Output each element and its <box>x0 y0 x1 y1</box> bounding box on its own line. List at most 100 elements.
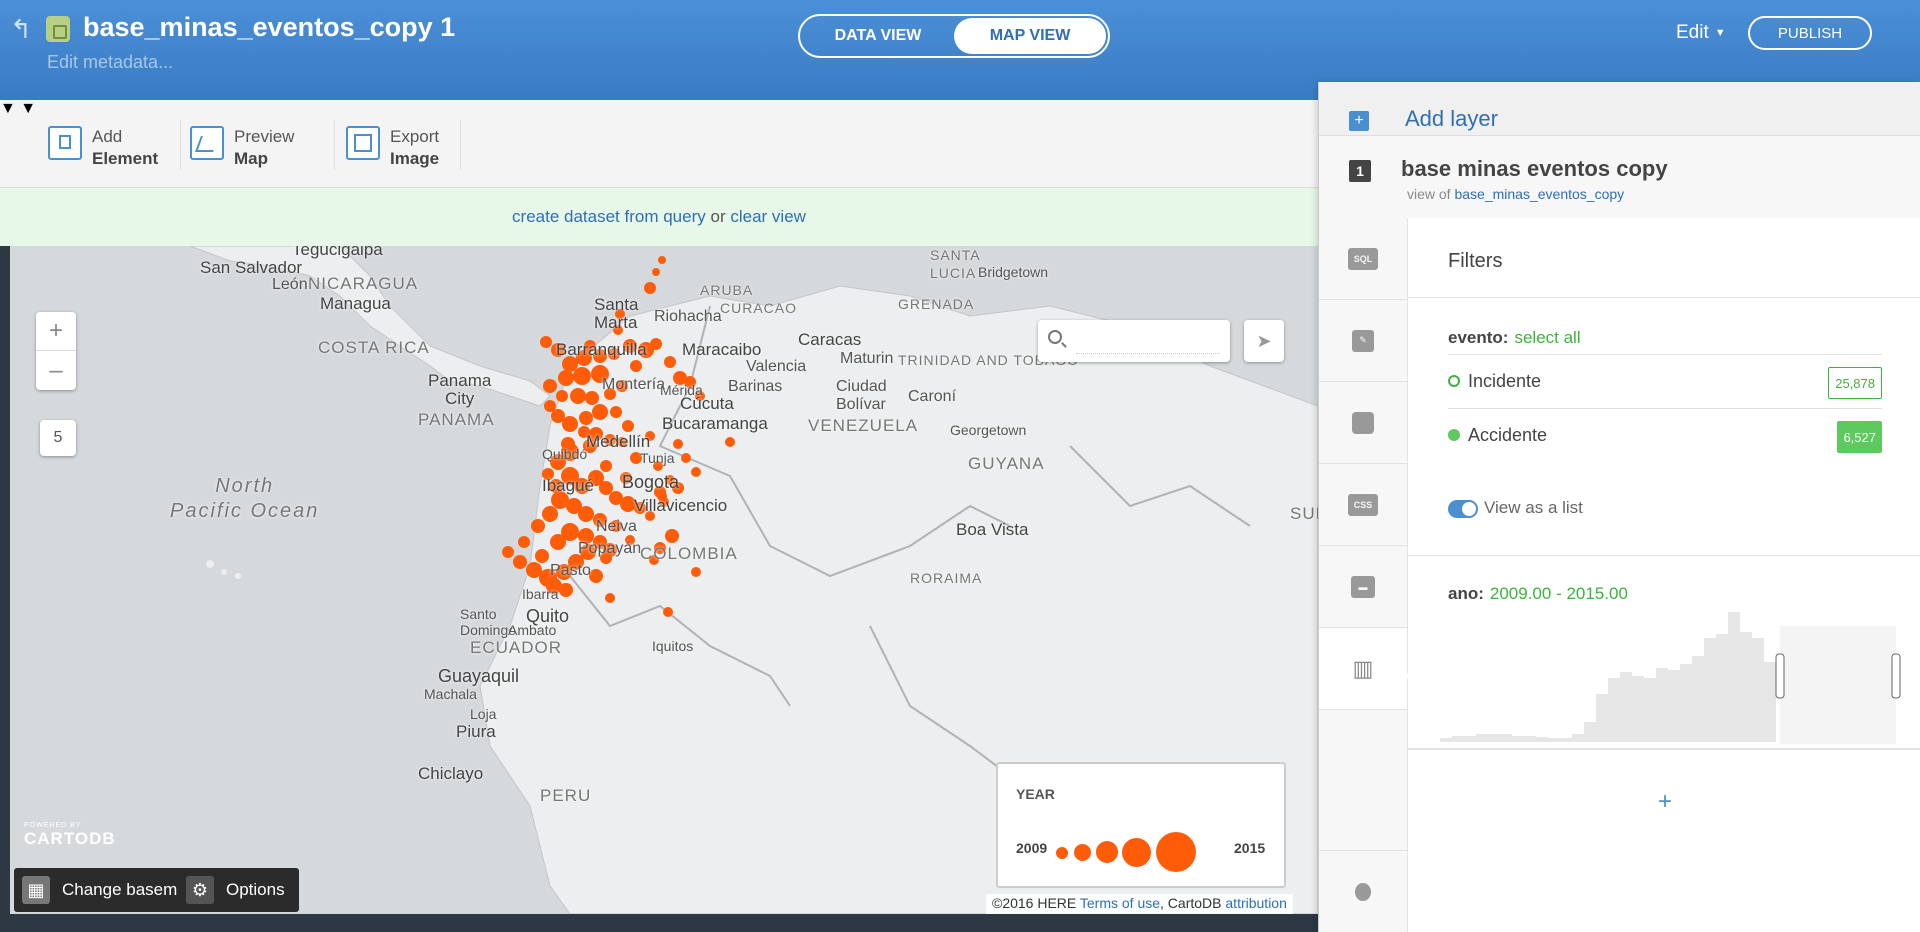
event-marker[interactable] <box>664 356 676 368</box>
category-name: Incidente <box>1468 371 1542 391</box>
event-marker[interactable] <box>513 555 527 569</box>
event-marker[interactable] <box>556 390 568 402</box>
lock-icon[interactable] <box>46 16 70 42</box>
map-search-input[interactable] <box>1076 328 1220 354</box>
event-marker[interactable] <box>665 529 679 543</box>
map-label: Riohacha <box>654 308 722 325</box>
event-marker[interactable] <box>644 282 656 294</box>
layer-number-badge: 1 <box>1349 160 1371 182</box>
export-image-button[interactable]: Export Image <box>346 126 439 170</box>
event-marker[interactable] <box>663 607 673 617</box>
event-marker[interactable] <box>578 506 594 522</box>
terms-of-use-link[interactable]: Terms of use <box>1080 895 1160 911</box>
event-marker[interactable] <box>605 593 615 603</box>
histogram-left-handle[interactable] <box>1775 653 1785 699</box>
event-marker[interactable] <box>570 388 586 404</box>
event-marker[interactable] <box>589 569 603 583</box>
event-marker[interactable] <box>535 549 549 563</box>
lightbulb-tab[interactable] <box>1319 850 1407 932</box>
cartodb-logo: POWERED BY CARTODB <box>24 822 116 849</box>
active-tab-pointer <box>1405 666 1415 686</box>
event-marker[interactable] <box>673 439 683 449</box>
event-marker[interactable] <box>592 404 608 420</box>
filter-category-row[interactable]: Incidente 25,878 <box>1448 354 1882 408</box>
histogram-bar <box>1560 738 1572 742</box>
histogram-right-handle[interactable] <box>1891 653 1901 699</box>
histogram-bar <box>1728 612 1740 742</box>
css-tab[interactable]: CSS <box>1319 464 1407 546</box>
event-marker[interactable] <box>725 437 735 447</box>
sql-icon: SQL <box>1348 247 1378 270</box>
event-marker[interactable] <box>550 534 566 550</box>
layer-name[interactable]: base minas eventos copy <box>1401 156 1668 182</box>
event-marker[interactable] <box>502 546 514 558</box>
event-marker[interactable] <box>681 453 691 463</box>
wizard-tab[interactable]: ✎ <box>1319 300 1407 382</box>
zoom-out-button[interactable]: – <box>36 351 76 390</box>
event-marker[interactable] <box>562 416 578 432</box>
options-button[interactable]: ⚙ Options <box>178 868 299 912</box>
histogram-bar <box>1512 736 1524 742</box>
event-marker[interactable] <box>558 370 574 386</box>
histogram-bar <box>1476 734 1488 742</box>
attribution-text-2: , CartoDB <box>1160 895 1222 911</box>
ano-filter: ano: 2009.00 - 2015.00 <box>1408 556 1920 750</box>
map-attribution: ©2016 HERE Terms of use, CartoDB attribu… <box>986 894 1293 914</box>
edit-menu-button[interactable]: Edit ▼ <box>1676 22 1726 44</box>
back-arrow-icon[interactable]: ↰ <box>10 14 32 45</box>
event-marker[interactable] <box>691 467 701 477</box>
event-marker[interactable] <box>579 411 593 425</box>
edit-metadata-link[interactable]: Edit metadata... <box>47 52 173 73</box>
add-element-dropdown-icon[interactable]: ▼ <box>0 100 16 117</box>
event-marker[interactable] <box>650 338 662 350</box>
preview-map-button[interactable]: Preview Map <box>190 126 294 170</box>
event-marker[interactable] <box>531 519 545 533</box>
event-marker[interactable] <box>540 336 552 348</box>
chevron-down-icon: ▼ <box>1714 26 1726 39</box>
create-dataset-link[interactable]: create dataset from query <box>512 207 706 227</box>
filters-tab[interactable]: ▥ <box>1319 628 1407 710</box>
add-element-button[interactable]: Add Element <box>48 126 158 170</box>
event-marker[interactable] <box>630 360 642 372</box>
event-marker[interactable] <box>542 506 558 522</box>
tab-map-view[interactable]: MAP VIEW <box>954 18 1106 54</box>
event-marker[interactable] <box>658 256 666 264</box>
map-canvas[interactable]: Tegucigalpa San Salvador León NICARAGUA … <box>10 246 1318 914</box>
event-marker[interactable] <box>600 460 612 472</box>
view-as-list-toggle[interactable] <box>1448 500 1478 518</box>
clear-view-link[interactable]: clear view <box>730 207 806 227</box>
export-image-line1: Export <box>390 127 440 146</box>
filter-category-row[interactable]: Accidente 6,527 <box>1448 408 1882 462</box>
event-marker[interactable] <box>622 420 634 432</box>
infowindow-tab[interactable] <box>1319 382 1407 464</box>
add-layer-bar[interactable]: + Add layer <box>1319 82 1920 136</box>
attribution-link[interactable]: attribution <box>1225 895 1286 911</box>
sql-tab[interactable]: SQL <box>1319 218 1407 300</box>
event-marker[interactable] <box>573 367 591 385</box>
legend-tab[interactable]: ▬ <box>1319 546 1407 628</box>
select-all-link[interactable]: select all <box>1514 328 1580 347</box>
cartodb-logo-text: CARTODB <box>24 829 116 848</box>
zoom-in-button[interactable]: + <box>36 312 76 351</box>
event-marker[interactable] <box>585 391 599 405</box>
event-marker[interactable] <box>559 583 573 597</box>
event-marker[interactable] <box>543 379 557 393</box>
toolbar-divider <box>460 120 461 170</box>
event-marker[interactable] <box>518 536 530 548</box>
event-marker[interactable] <box>691 567 701 577</box>
category-dot-icon <box>1448 429 1460 441</box>
zoom-control: + – <box>36 312 76 390</box>
event-marker[interactable] <box>610 406 622 418</box>
histogram-bar <box>1596 694 1608 742</box>
add-filter-button[interactable]: + <box>1408 788 1920 816</box>
event-marker[interactable] <box>599 481 613 495</box>
source-table-link[interactable]: base_minas_eventos_copy <box>1454 186 1624 202</box>
event-marker[interactable] <box>652 268 660 276</box>
map-label: Loja <box>470 706 497 722</box>
share-button[interactable]: ➤ <box>1244 320 1284 362</box>
tab-data-view[interactable]: DATA VIEW <box>802 18 954 54</box>
preview-map-dropdown-icon[interactable]: ▼ <box>20 100 36 117</box>
ano-histogram[interactable] <box>1408 556 1920 750</box>
dataset-title[interactable]: base_minas_eventos_copy 1 <box>83 12 455 43</box>
publish-button[interactable]: PUBLISH <box>1748 16 1872 50</box>
